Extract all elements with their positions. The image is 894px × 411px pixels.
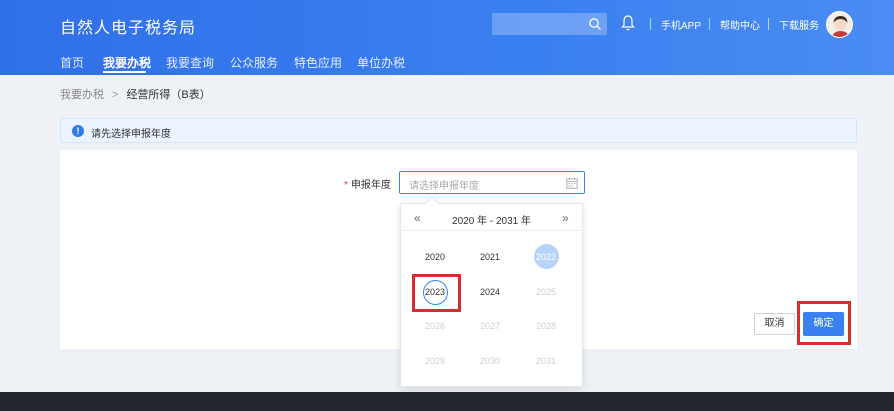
picker-divider	[400, 230, 583, 231]
year-option-2028: 2028	[535, 321, 557, 331]
year-field-label: * 申报年度	[344, 176, 391, 191]
year-option-2030: 2030	[479, 356, 501, 366]
header-divider	[709, 18, 710, 30]
required-mark: *	[344, 180, 348, 191]
nav-unit-filing[interactable]: 单位办税	[357, 54, 405, 71]
nav-query[interactable]: 我要查询	[166, 54, 214, 71]
highlight-box-year	[412, 274, 461, 312]
nav-home[interactable]: 首页	[60, 54, 84, 71]
year-select-input[interactable]: 请选择申报年度	[399, 171, 585, 194]
year-option-2025: 2025	[535, 287, 557, 297]
info-notice: ! 请先选择申报年度	[60, 118, 857, 143]
download-link[interactable]: 下载服务	[779, 17, 819, 32]
top-header: 自然人电子税务局 手机APP 帮助中心 下载服务 首页 我要办税 我要查询 公众…	[0, 0, 894, 75]
next-decade-button[interactable]: »	[562, 211, 569, 225]
year-option-2031: 2031	[535, 356, 557, 366]
decade-range-title: 2020 年 - 2031 年	[452, 216, 531, 227]
info-icon: !	[72, 125, 84, 137]
nav-active-indicator	[103, 71, 146, 73]
breadcrumb-separator: >	[112, 89, 119, 101]
bell-icon[interactable]	[620, 14, 636, 32]
year-option-2024[interactable]: 2024	[467, 287, 513, 297]
mobile-app-link[interactable]: 手机APP	[661, 17, 701, 32]
nav-special-apps[interactable]: 特色应用	[294, 54, 342, 71]
year-option-2022[interactable]: 2022	[523, 252, 569, 262]
search-input[interactable]	[492, 13, 607, 35]
header-divider	[650, 18, 651, 30]
page-footer	[0, 392, 894, 411]
breadcrumb: 我要办税 > 经营所得（B表）	[60, 86, 211, 102]
year-option-2027: 2027	[479, 321, 501, 331]
avatar[interactable]	[826, 11, 853, 38]
year-placeholder: 请选择申报年度	[409, 181, 479, 192]
cancel-button[interactable]: 取消	[754, 313, 795, 335]
notice-text: 请先选择申报年度	[91, 129, 171, 140]
user-avatar-icon	[827, 12, 852, 37]
breadcrumb-current: 经营所得（B表）	[126, 89, 211, 101]
site-title: 自然人电子税务局	[60, 20, 197, 37]
search-icon[interactable]	[588, 17, 602, 31]
highlight-box-confirm	[797, 301, 851, 345]
year-option-2021[interactable]: 2021	[467, 252, 513, 262]
year-option-2029: 2029	[424, 356, 446, 366]
nav-tax-filing[interactable]: 我要办税	[103, 54, 151, 71]
year-option-2020[interactable]: 2020	[412, 252, 458, 262]
breadcrumb-parent[interactable]: 我要办税	[60, 89, 104, 101]
header-divider	[768, 18, 769, 30]
nav-public-service[interactable]: 公众服务	[230, 54, 278, 71]
year-option-2026: 2026	[424, 321, 446, 331]
year-label-text: 申报年度	[350, 180, 391, 191]
calendar-icon	[566, 177, 578, 189]
help-center-link[interactable]: 帮助中心	[720, 17, 760, 32]
